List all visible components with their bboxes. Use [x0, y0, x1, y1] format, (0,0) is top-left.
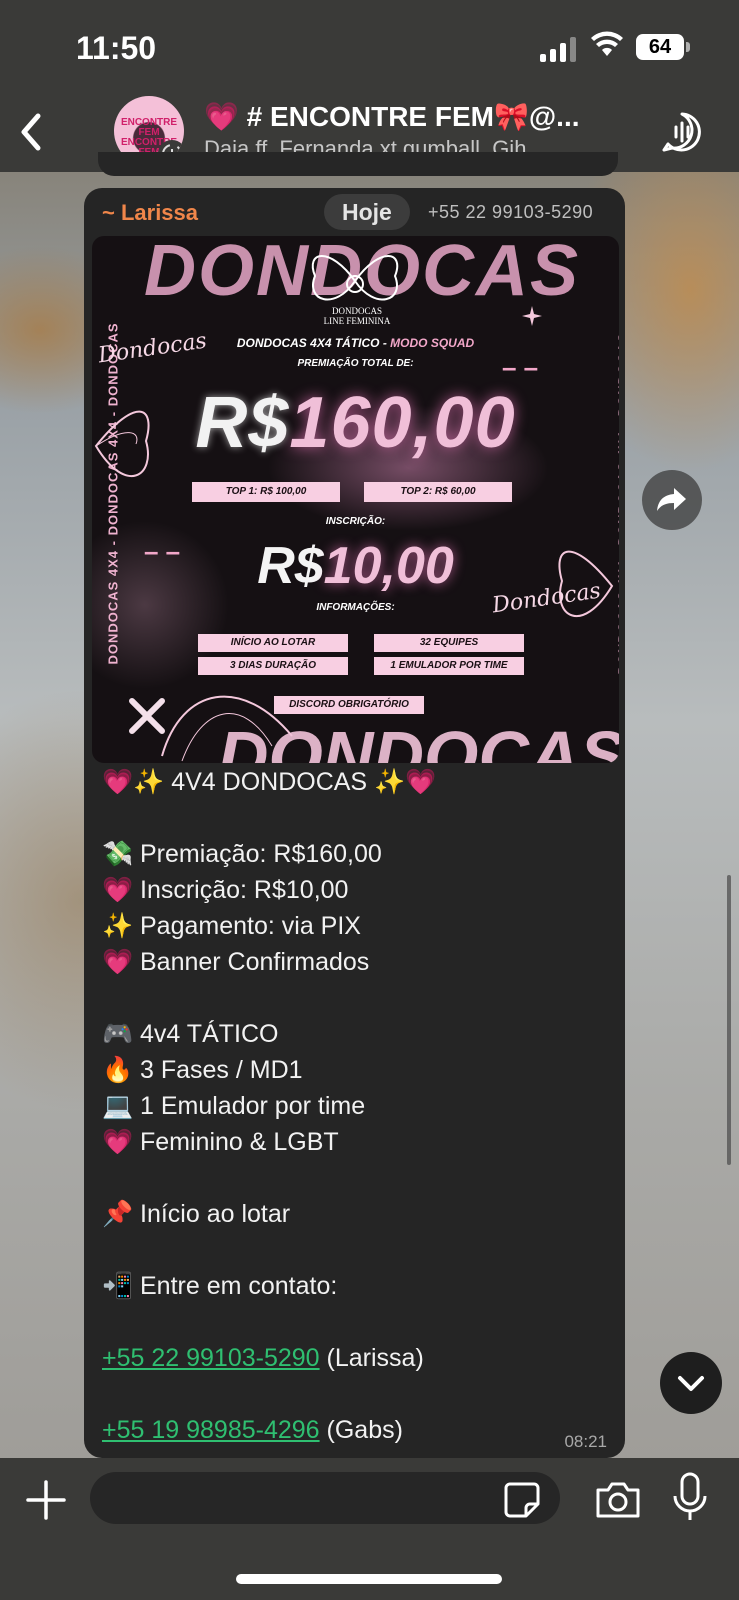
banner-headline: DONDOCAS 4X4 TÁTICO - MODO SQUAD: [92, 336, 619, 350]
fire-icon: 🔥: [102, 1056, 134, 1084]
message-line-text: 4v4 TÁTICO: [140, 1020, 279, 1048]
message-line-text: Entre em contato:: [140, 1272, 338, 1300]
heart-icon: 💗: [102, 948, 134, 976]
fee-currency: R$: [257, 537, 324, 595]
contact-name: (Larissa): [326, 1344, 424, 1372]
contact-name: (Gabs): [326, 1416, 403, 1444]
banner-fee-amount: R$10,00: [92, 536, 619, 596]
battery-indicator: 64: [636, 34, 690, 60]
heart-icon: 💗: [102, 876, 134, 904]
contact-line: +55 19 98985-4296 (Gabs): [102, 1416, 403, 1445]
scrollbar[interactable]: [727, 875, 731, 1165]
message-line: 💗 Banner Confirmados: [102, 948, 369, 977]
banner-watermark-bottom: DONDOCAS: [217, 717, 619, 763]
phone-link[interactable]: +55 19 98985-4296: [102, 1416, 320, 1444]
camera-icon[interactable]: [594, 1478, 642, 1522]
call-icon[interactable]: [660, 110, 704, 154]
previous-message-bubble: [98, 152, 618, 176]
banner-prize-label: PREMIAÇÃO TOTAL DE:: [297, 358, 414, 369]
message-bubble[interactable]: ~ Larissa Hoje +55 22 99103-5290 DONDOCA…: [84, 188, 625, 1458]
money-icon: 💸: [102, 840, 134, 868]
phone-arrow-icon: 📲: [102, 1272, 134, 1300]
message-line-text: 3 Fases / MD1: [140, 1056, 303, 1084]
phone-link[interactable]: +55 22 99103-5290: [102, 1344, 320, 1372]
message-line: 💸 Premiação: R$160,00: [102, 840, 382, 869]
message-line-text: Feminino & LGBT: [140, 1128, 339, 1156]
sender-name[interactable]: ~ Larissa: [102, 200, 198, 226]
message-line: 💻 1 Emulador por time: [102, 1092, 365, 1121]
banner-logo-text: DONDOCAS LINE FEMININA: [292, 306, 422, 326]
message-title-line: 💗✨ 4V4 DONDOCAS ✨💗: [102, 768, 436, 797]
prize-currency: R$: [195, 383, 290, 463]
banner-top2: TOP 2: R$ 60,00: [364, 482, 512, 502]
cross-graphic: [129, 698, 165, 734]
title-emoji-left: 💗✨: [102, 768, 165, 796]
message-title: 4V4 DONDOCAS: [171, 768, 368, 796]
status-bar: 11:50 64: [0, 0, 739, 92]
chat-title[interactable]: 💗 # ENCONTRE FEM🎀@...: [204, 100, 604, 133]
status-time: 11:50: [76, 30, 157, 66]
chevron-down-icon: [678, 1376, 704, 1391]
prize-value: 160,00: [289, 383, 516, 463]
cellular-signal-icon: [540, 34, 580, 62]
add-icon[interactable]: [24, 1478, 68, 1522]
headline-mode: MODO SQUAD: [390, 336, 475, 350]
home-indicator[interactable]: [236, 1574, 502, 1584]
message-input[interactable]: [90, 1472, 560, 1524]
sender-phone: +55 22 99103-5290: [428, 202, 594, 222]
gamepad-icon: 🎮: [102, 1020, 134, 1048]
message-line: 🎮 4v4 TÁTICO: [102, 1020, 278, 1049]
headline-main: DONDOCAS 4X4 TÁTICO -: [236, 336, 391, 350]
banner-top1: TOP 1: R$ 100,00: [192, 482, 340, 502]
fee-value: 10,00: [323, 537, 454, 595]
message-line: 📌 Início ao lotar: [102, 1200, 290, 1229]
forward-icon: [657, 488, 686, 511]
contact-line: +55 22 99103-5290 (Larissa): [102, 1344, 424, 1373]
message-line: 📲 Entre em contato:: [102, 1272, 337, 1301]
wifi-icon: [591, 31, 623, 56]
sparkles-icon: ✨: [102, 912, 134, 940]
message-line-text: Início ao lotar: [140, 1200, 291, 1228]
message-line-text: Pagamento: via PIX: [140, 912, 361, 940]
banner-info-item: INÍCIO AO LOTAR: [198, 634, 348, 652]
forward-button[interactable]: [642, 470, 702, 530]
banner-info-item: DISCORD OBRIGATÓRIO: [274, 696, 424, 714]
banner-info-label: INFORMAÇÕES:: [316, 602, 395, 613]
banner-info-item: 32 EQUIPES: [374, 634, 524, 652]
title-emoji-right: ✨💗: [374, 768, 437, 796]
message-line: 🔥 3 Fases / MD1: [102, 1056, 303, 1085]
message-line: 💗 Feminino & LGBT: [102, 1128, 339, 1157]
message-line-text: Inscrição: R$10,00: [140, 876, 349, 904]
message-line: 💗 Inscrição: R$10,00: [102, 876, 348, 905]
banner-inscricao-label: INSCRIÇÃO:: [325, 516, 386, 527]
mic-icon[interactable]: [672, 1472, 708, 1524]
banner-info-item: 3 DIAS DURAÇÃO: [198, 657, 348, 675]
heart-icon: 💗: [102, 1128, 134, 1156]
logo-name: DONDOCAS: [331, 306, 382, 316]
laptop-icon: 💻: [102, 1092, 134, 1120]
pushpin-icon: 📌: [102, 1200, 134, 1228]
banner-dash: – –: [502, 352, 539, 382]
scroll-to-bottom-button[interactable]: [660, 1352, 722, 1414]
sparkle-graphic: [522, 306, 542, 326]
message-line-text: 1 Emulador por time: [140, 1092, 366, 1120]
message-line: ✨ Pagamento: via PIX: [102, 912, 361, 941]
banner-prize-amount: R$160,00: [92, 382, 619, 464]
sticker-icon[interactable]: [502, 1480, 542, 1520]
day-separator: Hoje: [324, 194, 410, 230]
message-line-text: Banner Confirmados: [140, 948, 370, 976]
banner-info-item: 1 EMULADOR POR TIME: [374, 657, 524, 675]
message-line-text: Premiação: R$160,00: [140, 840, 382, 868]
logo-subtitle: LINE FEMININA: [323, 316, 391, 326]
back-icon[interactable]: [16, 110, 46, 154]
tournament-banner-image[interactable]: DONDOCAS DONDOCAS 4X4 - DONDOCAS 4X4 - D…: [92, 236, 619, 763]
message-time: 08:21: [564, 1432, 607, 1451]
